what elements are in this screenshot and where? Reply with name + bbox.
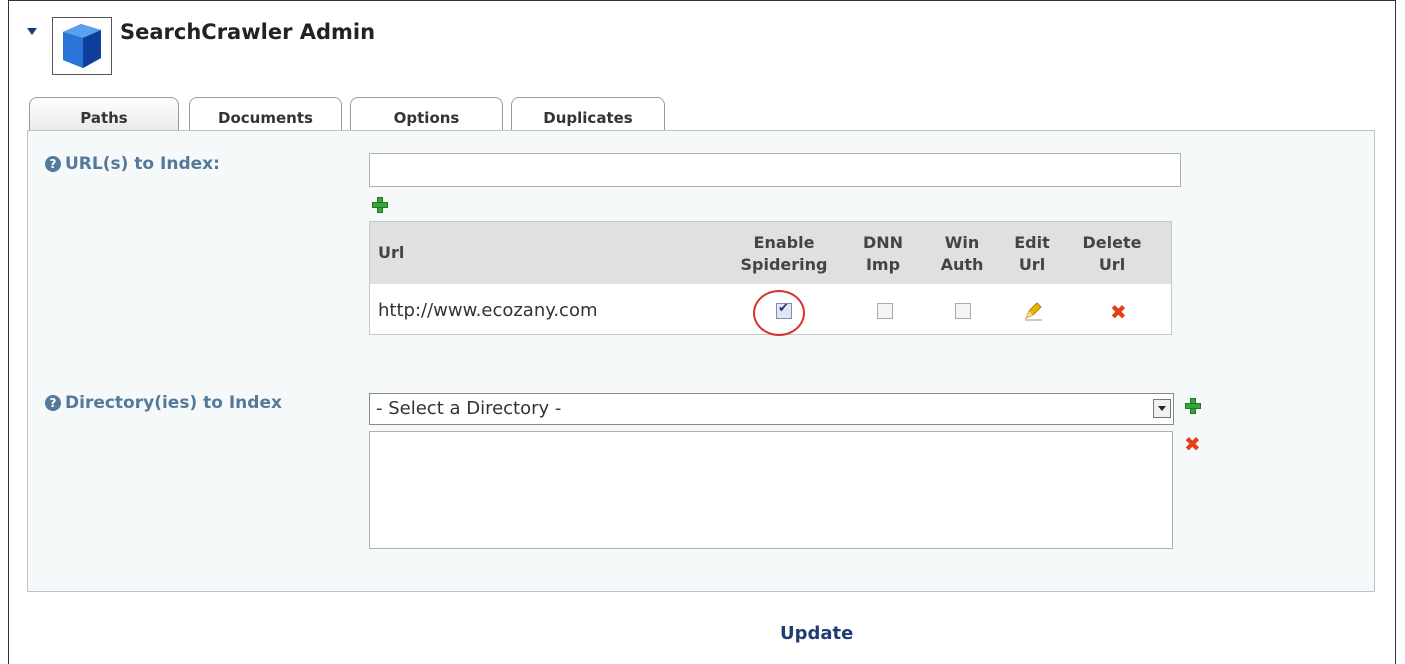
help-icon[interactable]: ? [45, 395, 61, 411]
delete-url-icon[interactable]: ✖ [1110, 300, 1127, 324]
tab-documents[interactable]: Documents [189, 97, 342, 131]
chevron-down-icon[interactable] [1153, 399, 1171, 418]
urls-label-row: ? URL(s) to Index: [45, 154, 220, 174]
directory-list[interactable] [369, 431, 1173, 549]
table-row-url: http://www.ecozany.com [378, 300, 598, 321]
update-link[interactable]: Update [780, 623, 853, 644]
directory-select[interactable]: - Select a Directory - [369, 393, 1174, 425]
highlight-circle [753, 290, 805, 336]
directories-label: Directory(ies) to Index [65, 393, 282, 413]
column-header-edit-url: Edit Url [1014, 233, 1050, 274]
add-url-icon[interactable] [372, 197, 388, 213]
pencil-icon[interactable] [1022, 300, 1044, 326]
help-icon[interactable]: ? [45, 156, 61, 172]
column-header-enable-spidering: Enable Spidering [740, 233, 828, 274]
url-table-header: Url Enable Spidering DNN Imp Win Auth Edit U… [370, 222, 1171, 284]
urls-label: URL(s) to Index: [65, 154, 220, 174]
delete-directory-icon[interactable]: ✖ [1184, 432, 1201, 456]
win-auth-checkbox[interactable] [955, 303, 971, 319]
cube-icon [52, 17, 112, 75]
url-input[interactable] [369, 153, 1181, 187]
tab-options[interactable]: Options [350, 97, 503, 131]
tab-duplicates[interactable]: Duplicates [511, 97, 665, 131]
add-directory-icon[interactable] [1185, 398, 1201, 414]
column-header-url: Url [378, 243, 405, 262]
column-header-win-auth: Win Auth [940, 233, 984, 274]
column-header-delete-url: Delete Url [1082, 233, 1142, 274]
collapse-arrow-icon[interactable] [27, 28, 37, 35]
module-title: SearchCrawler Admin [120, 20, 376, 44]
directory-select-value: - Select a Directory - [376, 398, 562, 419]
tab-paths[interactable]: Paths [29, 97, 179, 132]
dnn-imp-checkbox[interactable] [877, 303, 893, 319]
column-header-dnn-imp: DNN Imp [862, 233, 904, 274]
directories-label-row: ? Directory(ies) to Index [45, 393, 282, 413]
